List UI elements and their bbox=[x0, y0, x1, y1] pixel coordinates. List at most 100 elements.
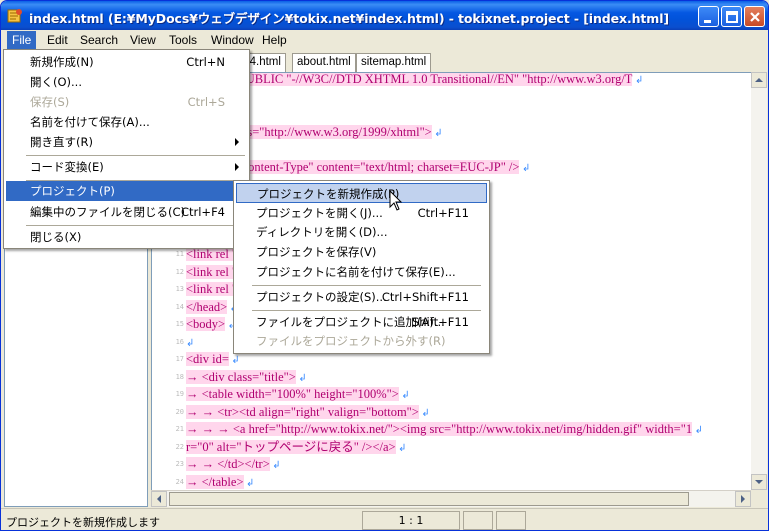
code-line-text: <div id= ↲ bbox=[186, 351, 240, 369]
status-bar: プロジェクトを新規作成します 1 : 1 bbox=[1, 508, 768, 530]
tab-about[interactable]: about.html bbox=[292, 53, 356, 72]
horizontal-scroll-thumb[interactable] bbox=[169, 492, 689, 506]
menu-view-label: View bbox=[130, 33, 156, 47]
menu-separator bbox=[26, 225, 245, 226]
menu-save-project[interactable]: プロジェクトを保存(V) bbox=[236, 242, 487, 262]
code-line-text: ↲ bbox=[186, 334, 194, 352]
line-number: 18 bbox=[175, 372, 184, 381]
menu-project[interactable]: プロジェクト(P) bbox=[6, 181, 247, 201]
code-line-content: YPE html PUBLIC "-//W3C//DTD XHTML 1.0 T… bbox=[186, 72, 633, 86]
menu-encoding[interactable]: コード変換(E) bbox=[6, 157, 247, 177]
code-line[interactable]: 19 → <table width="100%" height="100%"> ↲ bbox=[152, 386, 751, 403]
line-number: 24 bbox=[175, 477, 184, 486]
maximize-button[interactable] bbox=[721, 6, 742, 27]
menu-close-file[interactable]: 編集中のファイルを閉じる(C) Ctrl+F4 bbox=[6, 202, 247, 222]
menu-save-label: 保存(S) bbox=[30, 95, 70, 109]
app-icon bbox=[7, 9, 22, 23]
scroll-up-button[interactable] bbox=[751, 72, 767, 88]
menu-reopen[interactable]: 開き直す(R) bbox=[6, 132, 247, 152]
menu-open[interactable]: 開く(O)... bbox=[6, 72, 247, 92]
code-line-text: r="0" alt="トップページに戻る" /></a> ↲ bbox=[186, 439, 406, 457]
menu-add-file-shortcut: Shift+F11 bbox=[411, 315, 469, 329]
code-line-content: <div id= bbox=[186, 352, 229, 366]
cursor-position: 1 : 1 bbox=[362, 511, 460, 530]
newline-marker-icon: ↲ bbox=[632, 75, 644, 86]
line-number: 17 bbox=[175, 355, 184, 363]
code-line-text: → → </td></tr> ↲ bbox=[186, 456, 281, 474]
code-line[interactable]: 18 → <div class="title"> ↲ bbox=[152, 369, 751, 386]
title-bar[interactable]: index.html (E:¥MyDocs¥ウェブデザイン¥tokix.net¥… bbox=[1, 1, 768, 30]
menu-save-project-as[interactable]: プロジェクトに名前を付けて保存(E)... bbox=[236, 262, 487, 282]
code-line-content: → </table> bbox=[186, 474, 244, 489]
menu-encoding-label: コード変換(E) bbox=[30, 160, 104, 174]
code-line-content: → <div class="title"> bbox=[186, 369, 296, 384]
code-line-content: </head> bbox=[186, 299, 228, 314]
code-line-text: → → → <a href="http://www.tokix.net/"><i… bbox=[186, 421, 703, 439]
newline-marker-icon: ↲ bbox=[186, 337, 195, 349]
line-number: 22 bbox=[175, 442, 184, 451]
newline-marker-icon: ↲ bbox=[395, 442, 407, 454]
scroll-left-button[interactable] bbox=[151, 491, 167, 507]
project-submenu: プロジェクトを新規作成(P) プロジェクトを開く(J)... Ctrl+F11 … bbox=[233, 180, 490, 354]
menu-new[interactable]: 新規作成(N) Ctrl+N bbox=[6, 52, 247, 72]
code-line[interactable]: 20 → → <tr><td align="right" valign="bott… bbox=[152, 404, 751, 421]
scroll-down-button[interactable] bbox=[751, 474, 767, 490]
menu-save-as[interactable]: 名前を付けて保存(A)... bbox=[6, 112, 247, 132]
code-line-content: → → → <a href="http://www.tokix.net/"><i… bbox=[186, 422, 693, 436]
newline-marker-icon: ↲ bbox=[692, 425, 703, 436]
tab-sitemap[interactable]: sitemap.html bbox=[356, 53, 432, 72]
maximize-icon bbox=[726, 11, 738, 23]
code-line[interactable]: 23 → → </td></tr> ↲ bbox=[152, 456, 751, 473]
menu-add-file[interactable]: ファイルをプロジェクトに追加(A)... Shift+F11 bbox=[236, 312, 487, 332]
menu-separator bbox=[252, 285, 481, 286]
scroll-right-button[interactable] bbox=[735, 491, 751, 507]
menu-open-project[interactable]: プロジェクトを開く(J)... Ctrl+F11 bbox=[236, 203, 487, 223]
submenu-arrow-icon bbox=[235, 138, 239, 146]
code-line[interactable]: 24 → </table> ↲ bbox=[152, 474, 751, 491]
menu-remove-file[interactable]: ファイルをプロジェクトから外す(R) bbox=[236, 331, 487, 351]
menu-window[interactable]: Window bbox=[206, 31, 259, 49]
horizontal-scrollbar[interactable] bbox=[151, 490, 751, 507]
menu-close-file-label: 編集中のファイルを閉じる(C) bbox=[30, 205, 186, 219]
status-message: プロジェクトを新規作成します bbox=[6, 516, 160, 529]
menu-open-directory-label: ディレクトリを開く(D)... bbox=[256, 225, 388, 239]
minimize-button[interactable] bbox=[698, 6, 719, 27]
menu-help-label: Help bbox=[262, 33, 287, 47]
window-title: index.html (E:¥MyDocs¥ウェブデザイン¥tokix.net¥… bbox=[29, 11, 670, 26]
menu-save[interactable]: 保存(S) Ctrl+S bbox=[6, 92, 247, 112]
menu-file[interactable]: File bbox=[7, 31, 37, 49]
newline-marker-icon: ↲ bbox=[295, 372, 307, 384]
menu-project-settings[interactable]: プロジェクトの設定(S)... Ctrl+Shift+F11 bbox=[236, 287, 487, 307]
menu-tools[interactable]: Tools bbox=[164, 31, 202, 49]
menu-exit[interactable]: 閉じる(X) bbox=[6, 227, 247, 247]
close-icon bbox=[750, 12, 760, 22]
menu-help[interactable]: Help bbox=[257, 31, 292, 49]
file-menu: 新規作成(N) Ctrl+N 開く(O)... 保存(S) Ctrl+S 名前を… bbox=[3, 49, 250, 249]
code-line[interactable]: 21 → → → <a href="http://www.tokix.net/">… bbox=[152, 421, 751, 438]
menu-new-project-label: プロジェクトを新規作成(P) bbox=[257, 187, 400, 201]
close-button[interactable] bbox=[744, 6, 765, 27]
menu-edit[interactable]: Edit bbox=[42, 31, 73, 49]
newline-marker-icon: ↲ bbox=[418, 407, 430, 419]
menu-save-shortcut: Ctrl+S bbox=[187, 95, 225, 109]
menu-search[interactable]: Search bbox=[75, 31, 123, 49]
menu-file-label: File bbox=[12, 33, 32, 47]
menu-project-settings-label: プロジェクトの設定(S)... bbox=[256, 290, 387, 304]
menu-separator bbox=[252, 310, 481, 311]
menu-separator bbox=[26, 155, 245, 156]
status-cell bbox=[463, 511, 493, 530]
vertical-scrollbar[interactable] bbox=[751, 72, 767, 490]
line-number: 13 bbox=[175, 285, 184, 293]
menu-view[interactable]: View bbox=[125, 31, 161, 49]
menu-new-project[interactable]: プロジェクトを新規作成(P) bbox=[236, 183, 487, 203]
menu-open-directory[interactable]: ディレクトリを開く(D)... bbox=[236, 222, 487, 242]
mouse-cursor-icon bbox=[389, 190, 403, 211]
code-line-text: → → <tr><td align="right" valign="bottom… bbox=[186, 404, 430, 422]
line-number: 15 bbox=[175, 320, 184, 328]
code-line-content: <body> bbox=[186, 317, 226, 331]
code-line[interactable]: 22 r="0" alt="トップページに戻る" /></a> ↲ bbox=[152, 439, 751, 456]
code-line-content: → → </td></tr> bbox=[186, 457, 270, 471]
status-cell bbox=[496, 511, 526, 530]
newline-marker-icon: ↲ bbox=[431, 127, 443, 139]
scroll-corner bbox=[751, 490, 767, 507]
